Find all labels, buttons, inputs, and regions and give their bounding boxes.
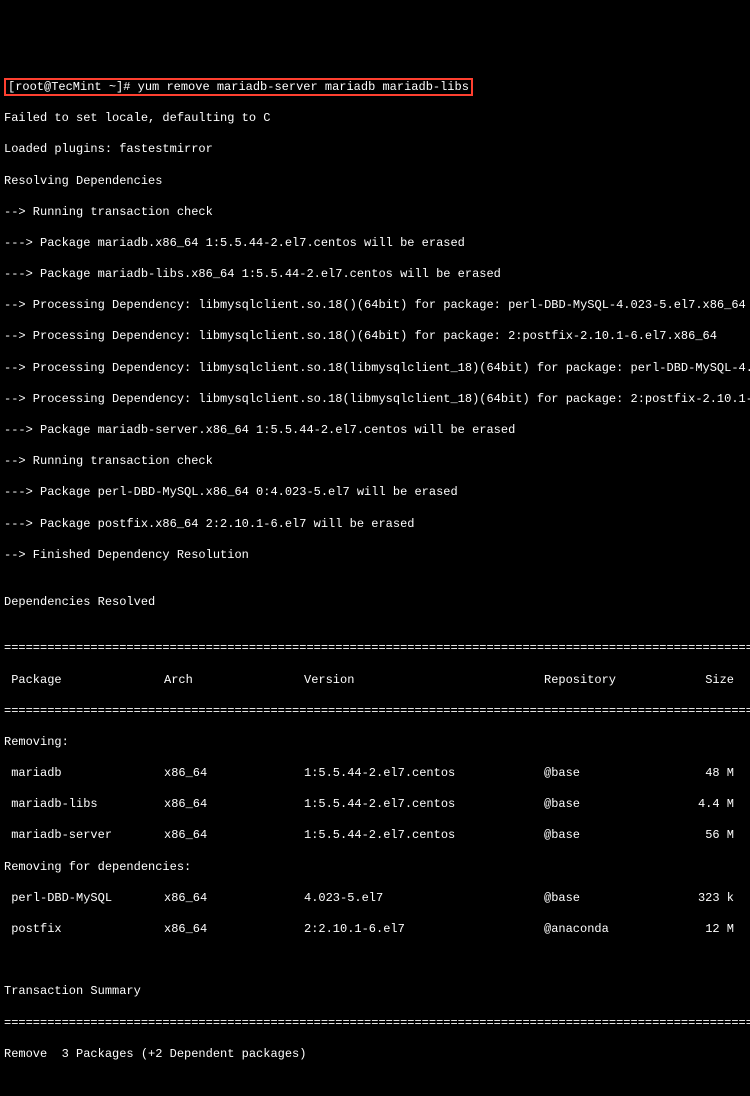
- output-line: --> Finished Dependency Resolution: [4, 548, 746, 564]
- cell-size: 323 k: [674, 891, 734, 907]
- cell-version: 1:5.5.44-2.el7.centos: [304, 828, 544, 844]
- table-row: postfix x86_64 2:2.10.1-6.el7 @anaconda …: [4, 922, 746, 938]
- table-row: mariadb-libs x86_64 1:5.5.44-2.el7.cento…: [4, 797, 746, 813]
- header-repository: Repository: [544, 673, 674, 689]
- output-line: ---> Package mariadb-server.x86_64 1:5.5…: [4, 423, 746, 439]
- output-line: Loaded plugins: fastestmirror: [4, 142, 746, 158]
- header-arch: Arch: [164, 673, 304, 689]
- cell-arch: x86_64: [164, 797, 304, 813]
- cell-package: mariadb-libs: [4, 797, 164, 813]
- cell-version: 4.023-5.el7: [304, 891, 544, 907]
- terminal-window[interactable]: [root@TecMint ~]# yum remove mariadb-ser…: [0, 62, 750, 1096]
- output-line: ---> Package mariadb-libs.x86_64 1:5.5.4…: [4, 267, 746, 283]
- shell-prompt-char: ]#: [116, 80, 138, 94]
- output-line: --> Processing Dependency: libmysqlclien…: [4, 361, 746, 377]
- output-line: ---> Package postfix.x86_64 2:2.10.1-6.e…: [4, 517, 746, 533]
- cell-version: 1:5.5.44-2.el7.centos: [304, 766, 544, 782]
- output-line: Failed to set locale, defaulting to C: [4, 111, 746, 127]
- transaction-summary-label: Transaction Summary: [4, 984, 746, 1000]
- cell-repo: @anaconda: [544, 922, 674, 938]
- cell-repo: @base: [544, 766, 674, 782]
- header-size: Size: [674, 673, 734, 689]
- output-line: --> Running transaction check: [4, 205, 746, 221]
- table-row: mariadb x86_64 1:5.5.44-2.el7.centos @ba…: [4, 766, 746, 782]
- cell-repo: @base: [544, 797, 674, 813]
- removing-deps-label: Removing for dependencies:: [4, 860, 746, 876]
- removing-label: Removing:: [4, 735, 746, 751]
- cell-package: postfix: [4, 922, 164, 938]
- cell-repo: @base: [544, 828, 674, 844]
- shell-command: yum remove mariadb-server mariadb mariad…: [138, 80, 469, 94]
- cell-size: 48 M: [674, 766, 734, 782]
- output-line: --> Processing Dependency: libmysqlclien…: [4, 392, 746, 408]
- cell-package: mariadb-server: [4, 828, 164, 844]
- cell-size: 4.4 M: [674, 797, 734, 813]
- header-package: Package: [4, 673, 164, 689]
- cell-size: 56 M: [674, 828, 734, 844]
- output-line: --> Processing Dependency: libmysqlclien…: [4, 329, 746, 345]
- shell-prompt: [root@TecMint ~: [8, 80, 116, 94]
- remove-summary: Remove 3 Packages (+2 Dependent packages…: [4, 1047, 746, 1063]
- output-line: Dependencies Resolved: [4, 595, 746, 611]
- table-row: perl-DBD-MySQL x86_64 4.023-5.el7 @base …: [4, 891, 746, 907]
- output-line: Resolving Dependencies: [4, 174, 746, 190]
- cell-version: 1:5.5.44-2.el7.centos: [304, 797, 544, 813]
- header-version: Version: [304, 673, 544, 689]
- command-highlight: [root@TecMint ~]# yum remove mariadb-ser…: [4, 78, 473, 96]
- cell-arch: x86_64: [164, 891, 304, 907]
- cell-version: 2:2.10.1-6.el7: [304, 922, 544, 938]
- cell-repo: @base: [544, 891, 674, 907]
- cell-arch: x86_64: [164, 766, 304, 782]
- table-row: mariadb-server x86_64 1:5.5.44-2.el7.cen…: [4, 828, 746, 844]
- table-header-row: Package Arch Version Repository Size: [4, 673, 746, 689]
- cell-package: mariadb: [4, 766, 164, 782]
- cell-arch: x86_64: [164, 922, 304, 938]
- blank-line: [4, 1078, 746, 1094]
- output-line: ---> Package perl-DBD-MySQL.x86_64 0:4.0…: [4, 485, 746, 501]
- cell-size: 12 M: [674, 922, 734, 938]
- output-line: ---> Package mariadb.x86_64 1:5.5.44-2.e…: [4, 236, 746, 252]
- separator-line: ========================================…: [4, 641, 746, 657]
- separator-line: ========================================…: [4, 704, 746, 720]
- blank-line: [4, 953, 746, 969]
- cell-arch: x86_64: [164, 828, 304, 844]
- output-line: --> Running transaction check: [4, 454, 746, 470]
- output-line: --> Processing Dependency: libmysqlclien…: [4, 298, 746, 314]
- separator-line: ========================================…: [4, 1016, 746, 1032]
- cell-package: perl-DBD-MySQL: [4, 891, 164, 907]
